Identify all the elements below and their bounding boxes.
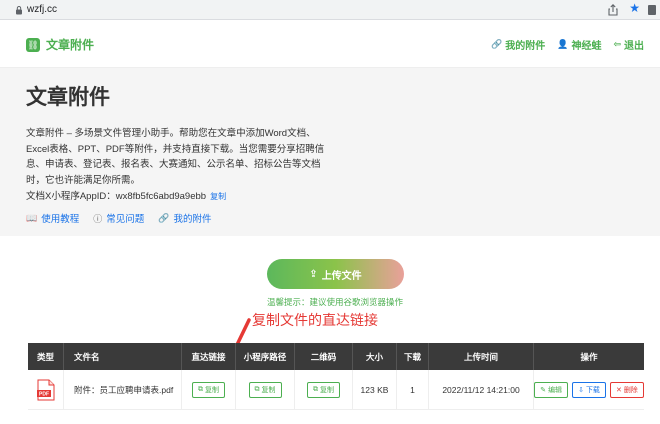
- page-title: 文章附件: [26, 86, 110, 109]
- browser-bar: wzfj.cc ★: [0, 0, 660, 20]
- edit-icon: ✎: [540, 386, 547, 394]
- qrcode-cell: ⧉ 复制: [295, 370, 353, 409]
- mini-path-cell: ⧉ 复制: [236, 370, 295, 409]
- button-label: 复制: [205, 386, 219, 394]
- lock-icon: [16, 6, 22, 15]
- annotation-text: 复制文件的直达链接: [252, 313, 378, 329]
- copy-icon: ⧉: [198, 385, 203, 393]
- link-tutorial[interactable]: 📖 使用教程: [26, 211, 80, 226]
- upload-file-button[interactable]: ⇪ 上传文件: [267, 259, 404, 289]
- link-label: 使用教程: [41, 214, 80, 225]
- copy-mini-path-button[interactable]: ⧉ 复制: [248, 381, 282, 398]
- edit-button[interactable]: ✎ 编辑: [534, 381, 569, 398]
- col-qrcode: 二维码: [295, 343, 353, 370]
- link-label: 我的附件: [173, 214, 212, 225]
- button-label: 复制: [261, 386, 276, 394]
- col-type: 类型: [28, 343, 64, 370]
- file-table: 类型 文件名 直达链接 小程序路径 二维码 大小 下载 上传时间 操作 PDF …: [28, 343, 644, 410]
- button-label: 下载: [585, 386, 600, 394]
- link-icon: ⛓: [26, 37, 40, 52]
- question-icon: ⓘ: [93, 213, 103, 224]
- upload-time-cell: 2022/11/12 14:21:00: [429, 370, 534, 409]
- appid-text: 文档X小程序AppID：wx8fb5fc6abd9a9ebb: [26, 191, 207, 202]
- page-description: 文章附件 – 多场景文件管理小助手。帮助您在文章中添加Word文档、Excel表…: [26, 128, 325, 186]
- col-direct-link: 直达链接: [182, 343, 236, 370]
- col-mini-path: 小程序路径: [236, 343, 295, 370]
- nav-label: 神经蛙: [571, 41, 602, 52]
- site-logo[interactable]: ⛓ 文章附件: [26, 36, 94, 53]
- col-filename: 文件名: [64, 343, 182, 370]
- appid-line: 文档X小程序AppID：wx8fb5fc6abd9a9ebb 复制: [26, 188, 226, 202]
- copy-appid-button[interactable]: 复制: [210, 192, 226, 201]
- actions-cell: ✎ 编辑 ⇩ 下载 ✕ 删除: [534, 370, 644, 409]
- table-row: PDF 附件：员工应聘申请表.pdf ⧉ 复制 ⧉ 复制 ⧉ 复制 123 KB 1 …: [28, 370, 644, 410]
- col-upload-time: 上传时间: [429, 343, 534, 370]
- col-actions: 操作: [580, 351, 598, 362]
- site-logo-text: 文章附件: [46, 38, 95, 52]
- button-label: 编辑: [548, 386, 563, 394]
- downloads-cell: 1: [397, 370, 429, 409]
- copy-direct-link-button[interactable]: ⧉ 复制: [192, 381, 225, 398]
- link-label: 常见问题: [106, 214, 145, 225]
- download-icon: ⇩: [578, 386, 584, 394]
- help-links: 📖 使用教程 ⓘ 常见问题 🔗 我的附件: [26, 211, 212, 226]
- header-nav: 🔗 我的附件 👤 神经蛙 ⇦ 退出: [491, 37, 644, 52]
- link-icon: 🔗: [158, 212, 170, 223]
- nav-label: 退出: [624, 41, 644, 52]
- download-button[interactable]: ⇩ 下载: [572, 381, 606, 398]
- share-icon[interactable]: [606, 3, 620, 17]
- nav-my-attachments[interactable]: 🔗 我的附件: [491, 37, 545, 52]
- browser-tip: 温馨提示：建议使用谷歌浏览器操作: [266, 297, 403, 307]
- link-my-attachments[interactable]: 🔗 我的附件: [158, 211, 212, 226]
- col-size: 大小: [353, 343, 397, 370]
- nav-logout[interactable]: ⇦ 退出: [613, 37, 644, 52]
- book-icon: 📖: [26, 212, 38, 223]
- upload-icon: ⇪: [309, 268, 318, 280]
- bookmark-star-icon[interactable]: ★: [629, 1, 640, 15]
- copy-icon: ⧉: [313, 385, 318, 393]
- col-downloads: 下载: [397, 343, 429, 370]
- user-icon: 👤: [557, 39, 569, 49]
- button-label: 删除: [623, 386, 638, 394]
- nav-user[interactable]: 👤 神经蛙: [557, 37, 601, 52]
- button-label: 复制: [320, 386, 334, 394]
- nav-label: 我的附件: [505, 41, 546, 52]
- site-header: ⛓ 文章附件 🔗 我的附件 👤 神经蛙 ⇦ 退出: [0, 20, 660, 68]
- address-bar-url[interactable]: wzfj.cc: [27, 4, 57, 15]
- type-cell: PDF: [28, 370, 64, 409]
- pdf-file-icon: PDF: [36, 379, 54, 400]
- row-actions: ✎ 编辑 ⇩ 下载 ✕ 删除: [534, 381, 644, 398]
- table-header: 类型 文件名 直达链接 小程序路径 二维码 大小 下载 上传时间 操作: [28, 343, 644, 370]
- logout-icon: ⇦: [613, 39, 621, 49]
- copy-icon: ⧉: [254, 385, 260, 393]
- close-icon: ✕: [615, 386, 622, 394]
- delete-button[interactable]: ✕ 删除: [609, 381, 644, 398]
- filename-cell[interactable]: 附件：员工应聘申请表.pdf: [64, 370, 182, 409]
- pdf-badge: PDF: [39, 391, 49, 397]
- extension-icon[interactable]: [648, 5, 656, 15]
- link-faq[interactable]: ⓘ 常见问题: [93, 211, 145, 226]
- link-icon: 🔗: [491, 39, 503, 49]
- size-cell: 123 KB: [353, 370, 397, 409]
- direct-link-cell: ⧉ 复制: [182, 370, 236, 409]
- upload-label: 上传文件: [321, 270, 362, 282]
- copy-qrcode-button[interactable]: ⧉ 复制: [307, 381, 340, 398]
- hero-section: 文章附件 文章附件 – 多场景文件管理小助手。帮助您在文章中添加Word文档、E…: [0, 68, 660, 236]
